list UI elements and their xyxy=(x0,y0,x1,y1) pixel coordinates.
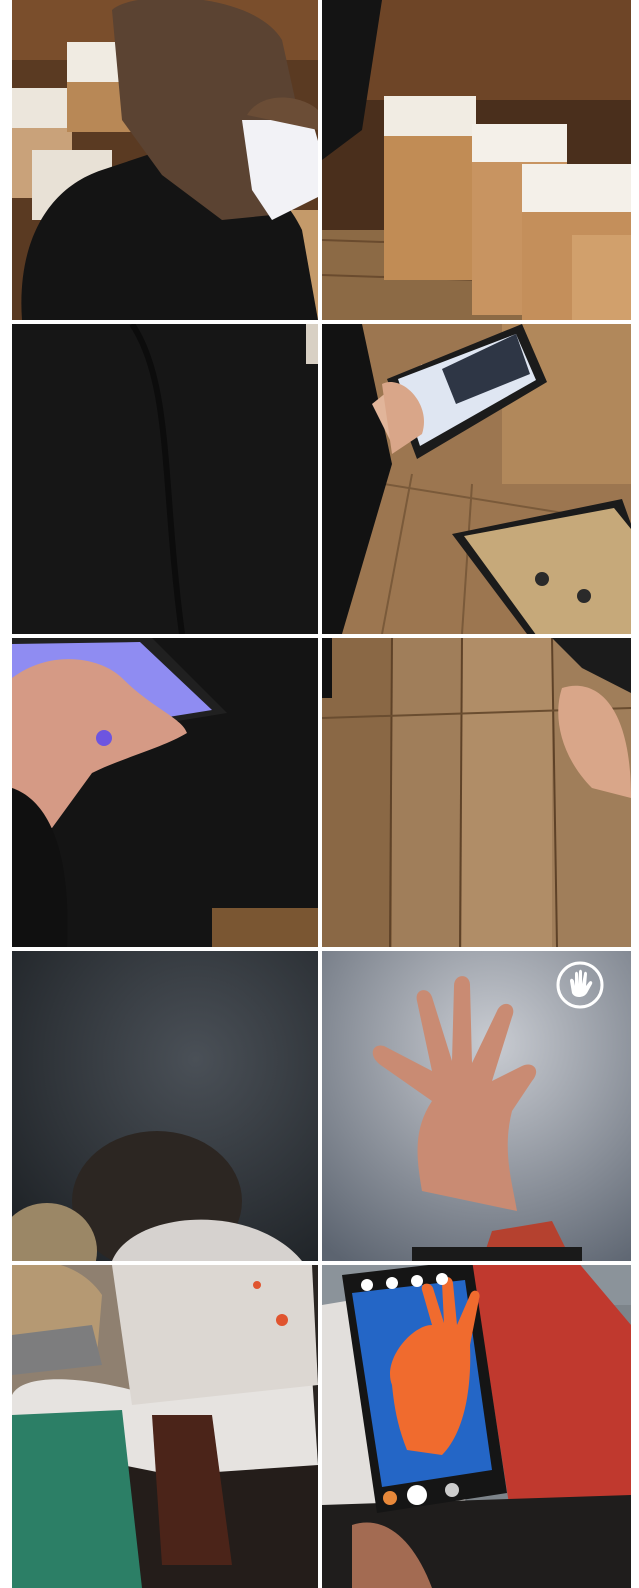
photo-tile-dark-room[interactable] xyxy=(12,951,318,1261)
photo-cardboard-boxes xyxy=(322,0,631,320)
photo-grid xyxy=(12,0,631,1588)
photo-phone-camera xyxy=(322,1265,631,1588)
photo-tile-woman-mask[interactable] xyxy=(12,0,318,320)
photo-tile-hand-on-wall[interactable] xyxy=(322,951,631,1261)
photo-tablet-hands xyxy=(322,324,631,634)
hand-stop-icon[interactable] xyxy=(554,959,606,1011)
photo-tile-tablet-touch[interactable] xyxy=(12,324,318,634)
photo-tablet-touch xyxy=(12,324,318,634)
photo-tile-phone-camera[interactable] xyxy=(322,1265,631,1588)
photo-tile-tablet-hands[interactable] xyxy=(322,324,631,634)
photo-glowing-tablet xyxy=(12,638,318,947)
photo-dark-room xyxy=(12,951,318,1261)
photo-tile-people-embracing[interactable] xyxy=(12,1265,318,1588)
photo-people-embracing xyxy=(12,1265,318,1588)
photo-woman-mask xyxy=(12,0,318,320)
photo-tile-cardboard-boxes[interactable] xyxy=(322,0,631,320)
photo-tile-glowing-tablet[interactable] xyxy=(12,638,318,947)
photo-wooden-floor xyxy=(322,638,631,947)
photo-tile-wooden-floor[interactable] xyxy=(322,638,631,947)
